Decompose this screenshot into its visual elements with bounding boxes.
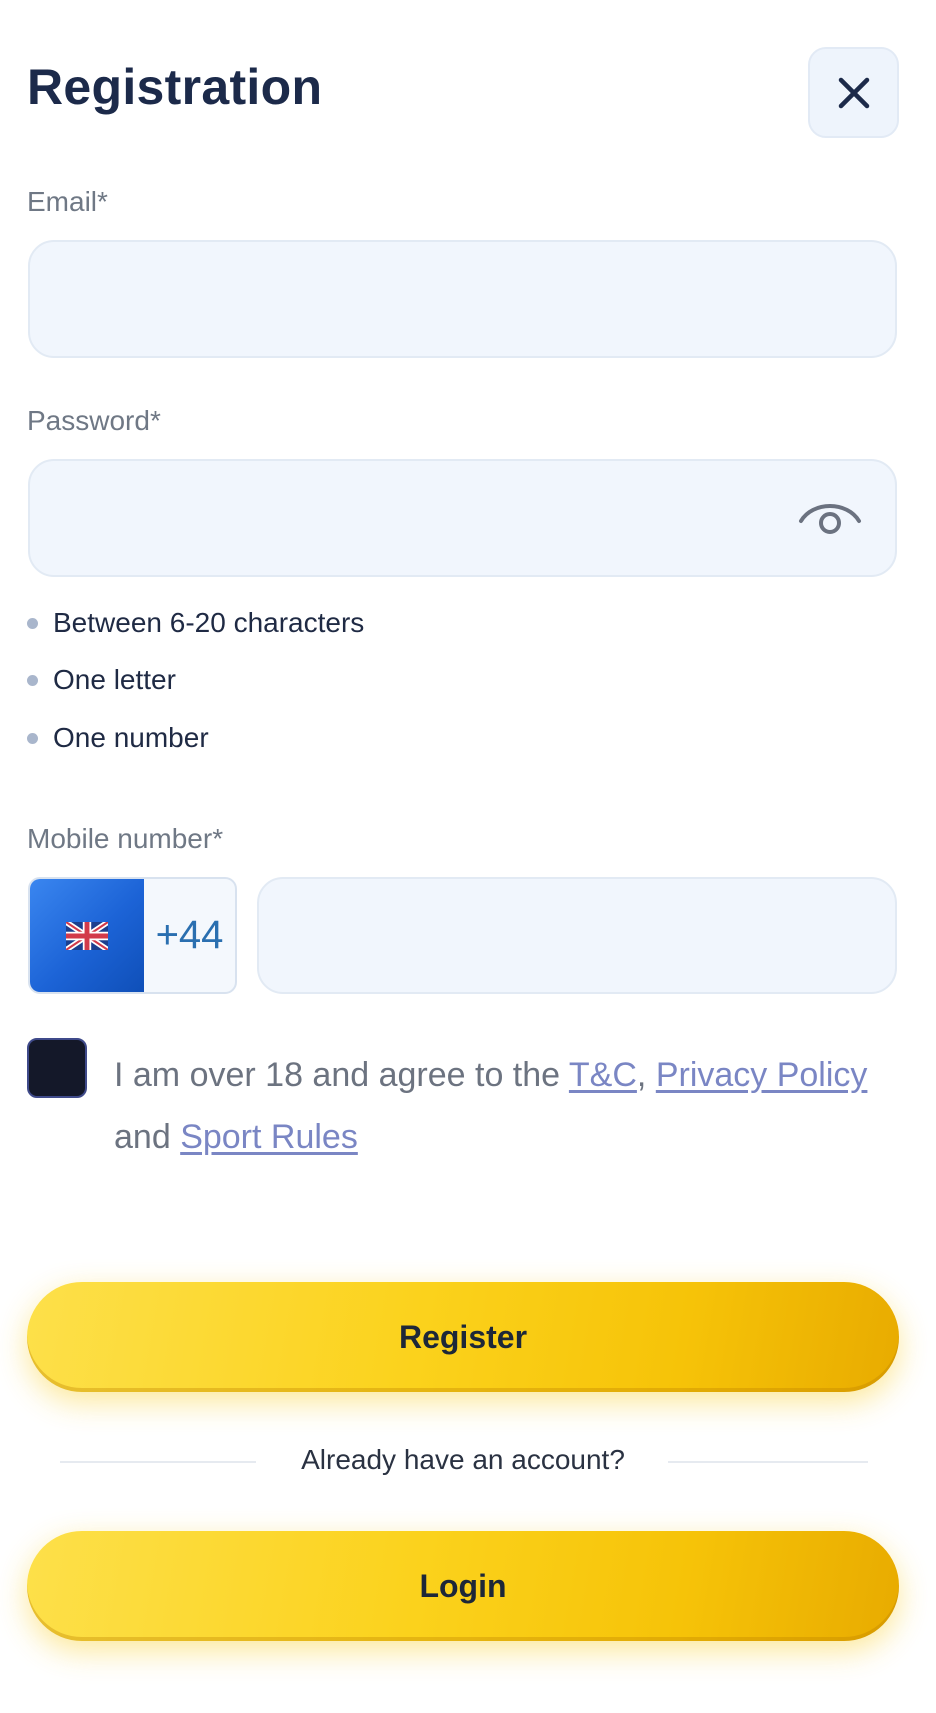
close-icon	[838, 77, 869, 108]
password-rule: Between 6-20 characters	[27, 609, 364, 637]
password-rule: One letter	[27, 666, 176, 694]
password-visibility-toggle[interactable]	[790, 488, 870, 548]
uk-flag-icon	[66, 921, 108, 950]
login-button[interactable]: Login	[27, 1531, 899, 1641]
bullet-icon	[27, 617, 38, 629]
close-button[interactable]	[808, 47, 899, 138]
password-label: Password*	[27, 405, 161, 436]
age-terms-checkbox[interactable]	[27, 1038, 87, 1098]
mobile-label: Mobile number*	[27, 823, 224, 854]
password-rule-text: Between 6-20 characters	[53, 607, 365, 638]
eye-icon	[799, 504, 861, 534]
email-field[interactable]	[28, 240, 897, 358]
email-label: Email*	[27, 186, 108, 217]
register-button[interactable]: Register	[27, 1282, 899, 1392]
page-title: Registration	[27, 59, 323, 115]
sport-rules-link[interactable]: Sport Rules	[180, 1118, 358, 1156]
agreement-text: I am over 18 and agree to the T&C, Priva…	[114, 1044, 874, 1168]
tc-link[interactable]: T&C	[569, 1056, 637, 1094]
bullet-icon	[27, 732, 38, 744]
password-field[interactable]	[28, 459, 897, 577]
flag-area	[30, 879, 144, 992]
country-code-selector[interactable]: +44	[28, 877, 237, 994]
password-rule: One number	[27, 724, 209, 752]
divider-line-right	[668, 1461, 868, 1463]
password-rule-text: One letter	[53, 664, 176, 695]
privacy-policy-link[interactable]: Privacy Policy	[656, 1056, 868, 1094]
agreement-comma: ,	[636, 1056, 656, 1094]
password-rule-text: One number	[53, 722, 209, 753]
bullet-icon	[27, 674, 38, 686]
phone-number-field[interactable]	[257, 877, 897, 994]
login-prompt-text: Already have an account?	[301, 1444, 625, 1475]
agreement-and: and	[114, 1118, 181, 1156]
agreement-text-start: I am over 18 and agree to the	[114, 1056, 569, 1094]
dial-code: +44	[155, 913, 224, 957]
